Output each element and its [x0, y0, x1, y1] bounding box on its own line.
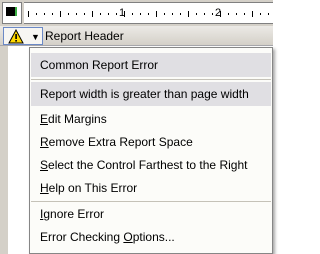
menu-title: Common Report Error	[31, 53, 271, 77]
ruler-tick	[60, 11, 61, 17]
menu-item-label: Ignore Error	[40, 207, 105, 221]
report-selector-icon	[6, 7, 17, 16]
ruler-tick	[76, 13, 77, 15]
ruler-tick	[252, 11, 253, 17]
ruler-scale[interactable]: 1 2	[24, 2, 273, 24]
menu-item-help-on-this-error[interactable]: Help on This Error	[31, 177, 271, 200]
ruler-tick	[220, 11, 221, 17]
ruler-tick	[132, 13, 133, 15]
ruler-tick	[188, 11, 189, 17]
ruler-tick	[124, 11, 125, 17]
error-context-menu: Common Report Error Report width is grea…	[29, 47, 273, 254]
ruler-tick	[36, 13, 37, 15]
menu-separator	[31, 79, 271, 80]
mnemonic-letter: H	[40, 181, 49, 195]
ruler-tick	[68, 13, 69, 15]
menu-item-label: Remove Extra Report Space	[40, 135, 193, 149]
warning-icon	[8, 29, 24, 44]
horizontal-ruler: 1 2	[0, 0, 273, 26]
error-indicator-button[interactable]: ▼	[3, 27, 43, 45]
menu-item-edit-margins[interactable]: Edit Margins	[31, 108, 271, 131]
ruler-tick	[164, 13, 165, 15]
ruler-tick	[268, 13, 269, 15]
ruler-tick	[100, 13, 101, 15]
report-selector[interactable]	[2, 2, 22, 24]
ruler-tick	[236, 13, 237, 15]
section-title: Report Header	[45, 29, 124, 43]
ruler-tick	[260, 13, 261, 15]
mnemonic-letter: R	[40, 135, 49, 149]
ruler-tick	[156, 11, 157, 17]
menu-error-description: Report width is greater than page width	[31, 82, 271, 106]
ruler-tick	[180, 13, 181, 15]
mnemonic-letter: I	[40, 207, 44, 221]
ruler-tick	[204, 13, 205, 15]
ruler-tick	[52, 13, 53, 15]
ruler-tick	[212, 13, 213, 15]
ruler-tick	[244, 13, 245, 15]
mnemonic-letter: S	[40, 158, 49, 172]
ruler-tick	[116, 13, 117, 15]
menu-error-description-text: Report width is greater than page width	[40, 87, 249, 101]
ruler-tick	[228, 13, 229, 15]
vertical-ruler	[0, 46, 8, 254]
menu-item-error-checking-options[interactable]: Error Checking Options...	[31, 226, 271, 249]
ruler-tick	[92, 11, 93, 17]
menu-item-select-control-farthest-right[interactable]: Select the Control Farthest to the Right	[31, 154, 271, 177]
ruler-tick	[148, 13, 149, 15]
menu-title-text: Common Report Error	[40, 58, 159, 72]
menu-item-label: Help on This Error	[40, 181, 138, 195]
menu-separator	[31, 201, 271, 202]
ruler-tick	[196, 13, 197, 15]
chevron-down-icon: ▼	[31, 32, 40, 42]
menu-item-remove-extra-report-space[interactable]: Remove Extra Report Space	[31, 131, 271, 154]
ruler-tick	[140, 13, 141, 15]
menu-item-label: Edit Margins	[40, 112, 107, 126]
menu-item-ignore-error[interactable]: Ignore Error	[31, 203, 271, 226]
mnemonic-letter: E	[40, 112, 49, 126]
ruler-tick	[28, 11, 29, 17]
ruler-tick	[44, 13, 45, 15]
menu-item-label: Select the Control Farthest to the Right	[40, 158, 248, 172]
report-header-section-bar[interactable]: ▼ Report Header	[0, 26, 273, 46]
menu-item-label: Error Checking Options...	[40, 230, 175, 244]
ruler-tick	[84, 13, 85, 15]
ruler-tick	[172, 13, 173, 15]
ruler-tick	[108, 13, 109, 15]
mnemonic-letter: O	[123, 230, 133, 244]
